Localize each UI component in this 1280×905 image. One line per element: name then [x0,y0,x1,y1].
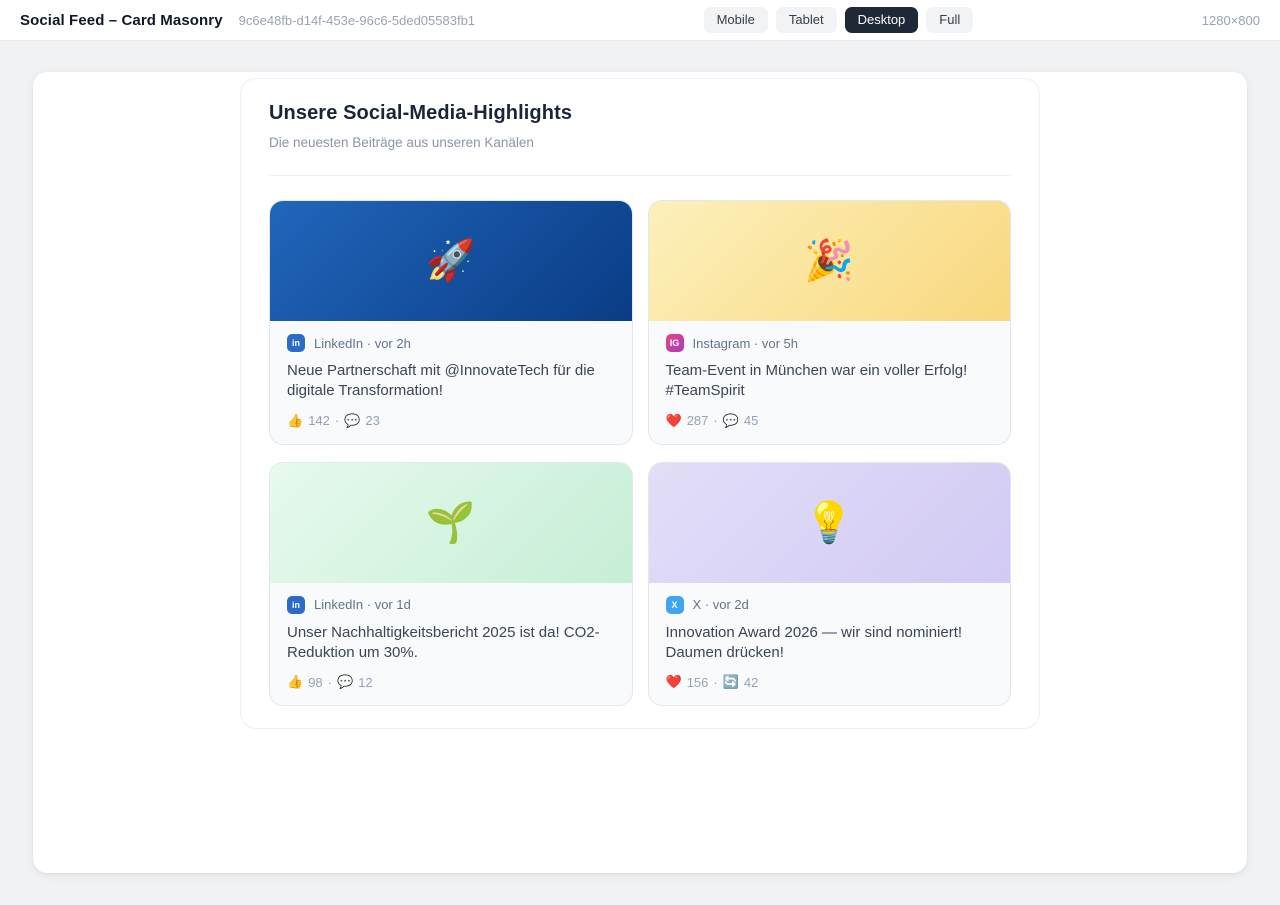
social-card-linkedin-2[interactable]: 🌱 in LinkedIn · vor 1d Unser Nachhaltigk… [269,461,633,706]
device-button-tablet[interactable]: Tablet [775,7,837,33]
card-meta-row: X X · vor 2d [665,595,994,614]
platform-badge-2: in [287,595,305,614]
post-stats: 👍 98 · 💬 12 [287,674,615,690]
feed-subtitle: Die neuesten Beiträge aus unseren Kanäle… [269,135,534,150]
platform-and-time-label: Instagram · vor 5h [692,335,799,351]
post-text: Neue Partnerschaft mit @InnovateTech für… [287,362,595,400]
comment-count: 45 [743,413,759,428]
thumbs-up-icon: 👍 [287,412,304,428]
social-card-x[interactable]: 💡 X X · vor 2d Innovation Award 2026 — w… [647,461,1011,706]
comment-count: 12 [358,674,373,690]
heart-icon: ❤️ [665,412,682,428]
page-title: Social Feed – Card Masonry [20,11,223,29]
repost-count: 42 [743,674,759,690]
social-feed-panel: Unsere Social-Media-Highlights Die neues… [240,78,1040,729]
preview-panel: Unsere Social-Media-Highlights Die neues… [33,72,1247,873]
stat-separator: · [713,674,718,690]
social-card-instagram[interactable]: 🎉 IG Instagram · vor 5h Team-Event in Mü… [647,200,1011,445]
post-stats: ❤️ 156 · 🔄 42 [666,674,994,690]
card-image-1: 🎉 [648,201,1010,321]
like-count: 98 [308,674,323,690]
like-count: 287 [686,413,709,428]
post-text: Innovation Award 2026 — wir sind nominie… [665,623,963,661]
like-count: 156 [686,674,709,690]
card-masonry-grid: 🚀 in LinkedIn · vor 2h Neue Partnerschaf… [269,200,1011,706]
toolbar-left-group: Social Feed – Card Masonry 9c6e48fb-d14f… [20,12,475,29]
comment-icon: 💬 [337,674,354,689]
heart-icon: ❤️ [665,674,682,689]
post-stats: ❤️ 287 · 💬 45 [666,413,994,429]
card-meta-row: IG Instagram · vor 5h [665,334,994,352]
card-image-2: 🌱 [270,462,632,583]
card-body: in LinkedIn · vor 2h Neue Partnerschaft … [270,321,632,444]
preview-area: Unsere Social-Media-Highlights Die neues… [0,41,1280,905]
rocket-emoji: 🚀 [425,239,476,283]
card-body: in LinkedIn · vor 1d Unser Nachhaltigkei… [270,583,632,706]
device-button-mobile[interactable]: Mobile [703,7,768,33]
card-meta-row: in LinkedIn · vor 2h [287,334,615,352]
platform-and-time-label: X · vor 2d [692,597,749,612]
viewport-size-label: 1280×800 [1201,12,1260,28]
seedling-emoji: 🌱 [425,500,476,545]
feed-header: Unsere Social-Media-Highlights Die neues… [269,79,1011,176]
retweet-icon: 🔄 [722,674,739,689]
device-button-full[interactable]: Full [926,7,974,33]
platform-badge-0: in [287,334,305,352]
feed-title: Unsere Social-Media-Highlights [269,102,573,124]
device-button-desktop[interactable]: Desktop [844,7,919,33]
stat-separator: · [327,674,332,690]
like-count: 142 [308,413,330,428]
post-text: Team-Event in München war ein voller Erf… [665,362,968,400]
social-card-linkedin-1[interactable]: 🚀 in LinkedIn · vor 2h Neue Partnerschaf… [269,200,633,445]
post-stats: 👍 142 · 💬 23 [287,413,615,429]
card-body: X X · vor 2d Innovation Award 2026 — wir… [649,583,1011,706]
platform-badge-3: X [665,595,684,614]
card-image-0: 🚀 [270,201,632,321]
comment-count: 23 [365,413,380,428]
comment-icon: 💬 [722,412,739,428]
card-meta-row: in LinkedIn · vor 1d [287,595,615,614]
platform-and-time-label: LinkedIn · vor 1d [314,597,411,612]
top-toolbar: Social Feed – Card Masonry 9c6e48fb-d14f… [0,0,1280,41]
thumbs-up-icon: 👍 [287,674,304,689]
device-toggle-group: Mobile Tablet Desktop Full [703,7,974,33]
party-popper-emoji: 🎉 [804,239,855,283]
comment-icon: 💬 [344,412,361,428]
platform-and-time-label: LinkedIn · vor 2h [314,335,411,351]
light-bulb-emoji: 💡 [804,500,855,545]
platform-badge-1: IG [665,334,684,352]
card-body: IG Instagram · vor 5h Team-Event in Münc… [649,321,1011,444]
post-text: Unser Nachhaltigkeitsbericht 2025 ist da… [287,623,600,661]
stat-separator: · [334,413,340,428]
document-uuid: 9c6e48fb-d14f-453e-96c6-5ded05583fb1 [238,12,476,28]
stat-separator: · [713,413,718,428]
card-image-3: 💡 [648,462,1010,583]
